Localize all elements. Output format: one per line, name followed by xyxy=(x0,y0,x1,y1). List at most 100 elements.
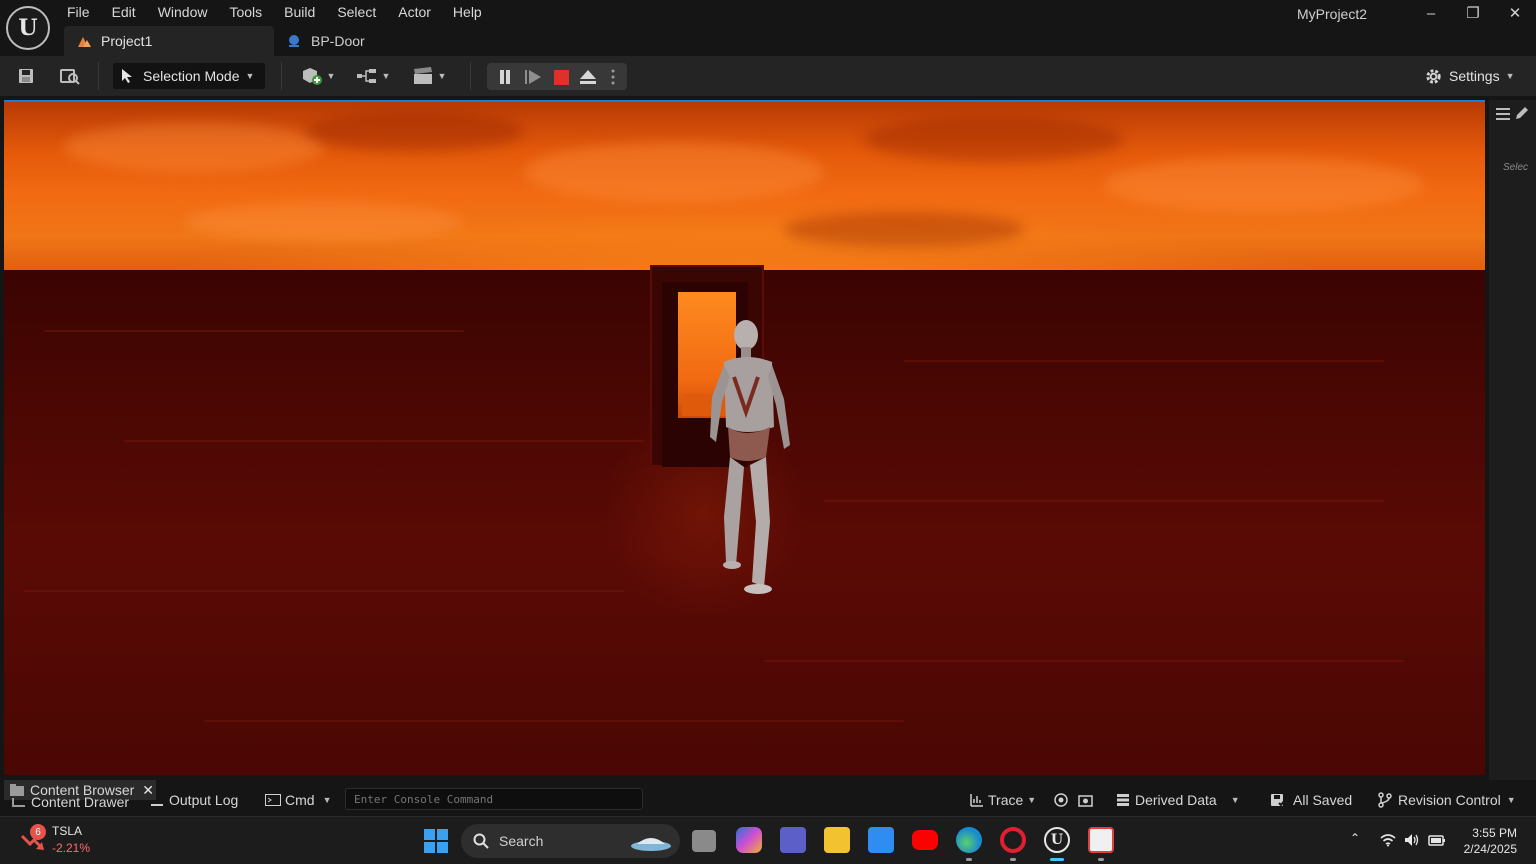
search-highlight-icon xyxy=(631,838,671,851)
taskbar-search[interactable]: Search xyxy=(461,824,680,858)
microsoft-store-icon[interactable] xyxy=(868,827,894,853)
clock-time: 3:55 PM xyxy=(1472,826,1517,840)
content-drawer-label: Content Drawer xyxy=(31,794,130,810)
chevron-down-icon: ▼ xyxy=(1505,71,1515,81)
frame-skip-icon[interactable] xyxy=(522,65,544,89)
copilot-icon[interactable] xyxy=(736,827,762,853)
search-icon xyxy=(473,833,489,849)
character-mannequin xyxy=(710,320,790,594)
more-options-icon[interactable] xyxy=(607,65,619,89)
derived-data-dropdown[interactable]: Derived Data ▼ xyxy=(1116,790,1240,810)
file-explorer-icon[interactable] xyxy=(824,827,850,853)
wifi-icon[interactable] xyxy=(1380,833,1396,847)
content-drawer-button[interactable]: Content Drawer xyxy=(12,792,129,812)
outliner-icon[interactable] xyxy=(1496,108,1510,120)
snipping-tool-icon[interactable] xyxy=(1088,827,1114,853)
menu-file[interactable]: File xyxy=(56,0,101,24)
windows-start-icon[interactable] xyxy=(424,829,448,853)
selection-mode-label: Selection Mode xyxy=(143,68,240,84)
trace-dropdown[interactable]: Trace ▼ xyxy=(970,790,1036,810)
chevron-down-icon: ▼ xyxy=(1506,795,1516,805)
cursor-icon xyxy=(122,69,132,83)
toolbar-divider xyxy=(281,62,282,90)
browse-content-icon[interactable] xyxy=(58,64,82,88)
menu-build[interactable]: Build xyxy=(273,0,326,24)
trace-label: Trace xyxy=(988,792,1024,808)
save-status-button[interactable]: All Saved xyxy=(1270,790,1352,810)
clapperboard-icon xyxy=(413,67,432,84)
menu-bar: File Edit Window Tools Build Select Acto… xyxy=(56,0,493,24)
eject-icon[interactable] xyxy=(577,65,599,89)
record-icon[interactable] xyxy=(1054,790,1068,810)
selection-panel-tab[interactable]: Selec xyxy=(1503,162,1528,173)
derived-data-label: Derived Data xyxy=(1135,792,1217,808)
blueprints-button[interactable]: ▼ xyxy=(354,64,392,88)
active-indicator xyxy=(1050,858,1064,861)
menu-edit[interactable]: Edit xyxy=(101,0,147,24)
chevron-up-icon[interactable]: ⌃ xyxy=(1350,831,1360,845)
revision-control-label: Revision Control xyxy=(1398,792,1501,808)
search-label: Search xyxy=(499,833,544,849)
menu-tools[interactable]: Tools xyxy=(218,0,273,24)
unreal-engine-icon[interactable]: U xyxy=(1044,827,1070,853)
minimize-icon[interactable]: – xyxy=(1417,2,1445,24)
opera-icon[interactable] xyxy=(1000,827,1026,853)
main-toolbar: Selection Mode ▼ ▼ ▼ ▼ Settings ▼ xyxy=(0,56,1536,96)
save-icon[interactable] xyxy=(14,64,38,88)
edge-icon[interactable] xyxy=(956,827,982,853)
output-log-icon xyxy=(151,804,163,806)
volume-icon[interactable] xyxy=(1404,833,1420,847)
tab-label: BP-Door xyxy=(311,33,365,49)
restore-icon[interactable]: ❐ xyxy=(1459,2,1487,24)
running-indicator xyxy=(1098,858,1104,861)
menu-help[interactable]: Help xyxy=(442,0,493,24)
ground-streak xyxy=(764,660,1404,662)
cloud xyxy=(304,112,524,152)
task-view-icon[interactable] xyxy=(692,830,716,852)
unreal-logo-icon[interactable]: U xyxy=(6,6,50,50)
saved-icon xyxy=(1271,794,1286,807)
project-title: MyProject2 xyxy=(1297,6,1368,22)
chevron-down-icon: ▼ xyxy=(322,795,332,805)
pencil-icon[interactable] xyxy=(1515,106,1529,120)
settings-label: Settings xyxy=(1449,68,1500,84)
settings-button[interactable]: Settings ▼ xyxy=(1424,64,1515,88)
running-indicator xyxy=(1010,858,1016,861)
document-tabs: Project1 BP-Door xyxy=(64,26,377,56)
battery-icon[interactable] xyxy=(1428,833,1446,847)
selection-mode-dropdown[interactable]: Selection Mode ▼ xyxy=(113,63,265,89)
close-icon[interactable]: ✕ xyxy=(1501,2,1529,24)
cloud xyxy=(864,117,1124,162)
tab-project1[interactable]: Project1 xyxy=(64,26,274,56)
teams-icon[interactable] xyxy=(780,827,806,853)
cmd-dropdown[interactable]: Cmd ▼ xyxy=(265,790,331,810)
pause-icon[interactable] xyxy=(494,65,516,89)
tab-bp-door[interactable]: BP-Door xyxy=(274,26,377,56)
ground-streak xyxy=(44,330,464,332)
menu-actor[interactable]: Actor xyxy=(387,0,442,24)
add-actor-button[interactable]: ▼ xyxy=(299,64,337,88)
menu-select[interactable]: Select xyxy=(326,0,387,24)
play-controls xyxy=(487,63,627,90)
screenshot-icon[interactable] xyxy=(1078,790,1093,810)
system-clock[interactable]: 3:55 PM 2/24/2025 xyxy=(1455,825,1517,857)
ground-streak xyxy=(204,720,904,722)
ground-streak xyxy=(824,500,1384,502)
clock-date: 2/24/2025 xyxy=(1463,842,1517,856)
youtube-icon[interactable] xyxy=(912,830,938,850)
blueprint-graph-icon xyxy=(356,69,376,83)
sky xyxy=(4,102,1485,270)
details-panel-collapsed: Selec xyxy=(1489,100,1536,780)
output-log-button[interactable]: Output Log xyxy=(151,790,238,810)
console-command-input[interactable] xyxy=(345,788,643,810)
stop-icon[interactable] xyxy=(550,65,572,89)
revision-control-dropdown[interactable]: Revision Control ▼ xyxy=(1378,790,1516,810)
level-viewport[interactable] xyxy=(4,100,1485,775)
cloud xyxy=(64,122,324,172)
menu-window[interactable]: Window xyxy=(147,0,219,24)
chevron-down-icon: ▼ xyxy=(437,71,447,81)
cinematics-button[interactable]: ▼ xyxy=(410,64,448,88)
gear-icon xyxy=(1426,68,1441,84)
output-log-label: Output Log xyxy=(169,792,239,808)
tab-label: Project1 xyxy=(101,33,153,49)
